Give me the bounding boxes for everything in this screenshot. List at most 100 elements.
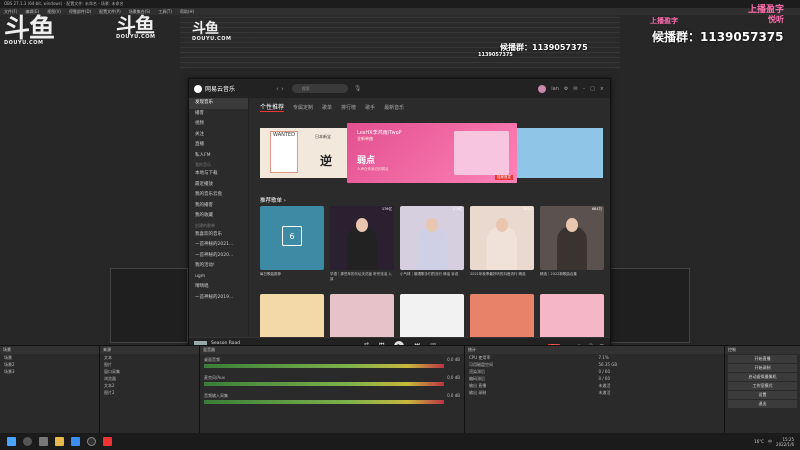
banner-left[interactable]: WANTED 日本新宝 逆: [260, 128, 350, 178]
scene-item[interactable]: 场景3: [0, 368, 99, 375]
pink-text-2: 悦听: [768, 15, 784, 24]
obs-icon[interactable]: [87, 437, 96, 446]
tab[interactable]: 个性推荐: [260, 102, 285, 112]
sidebar-item-my[interactable]: 我的收藏: [189, 211, 248, 222]
menu-item[interactable]: 工具(T): [158, 9, 172, 14]
playlist-card[interactable]: 6 每日歌曲推荐: [260, 206, 324, 282]
source-item[interactable]: 图片2: [100, 389, 199, 396]
playlist-cover[interactable]: 2012: [470, 206, 534, 270]
sidebar-item-playlist[interactable]: 我喜欢的音乐: [189, 230, 248, 241]
explorer-icon[interactable]: [55, 437, 64, 446]
source-item[interactable]: 图片: [100, 361, 199, 368]
sidebar-item-playlist[interactable]: 我的活动!: [189, 261, 248, 272]
ime-indicator[interactable]: 中: [768, 439, 772, 445]
nav-back-forward[interactable]: ‹ ›: [276, 85, 284, 93]
music-app-window[interactable]: 网易云音乐 ‹ › 搜索 🎙 ian ⚙ ✉ – □ × 发现音乐 播客 视频 关注直…: [188, 78, 611, 358]
tab[interactable]: 最新音乐: [384, 104, 404, 111]
stat-value: 0 / 60: [598, 376, 611, 381]
maximize-icon[interactable]: □: [590, 86, 595, 92]
control-button[interactable]: 工作室模式: [728, 382, 797, 390]
tab[interactable]: 歌手: [365, 104, 375, 111]
playlist-cover[interactable]: 6: [260, 206, 324, 270]
control-button[interactable]: 启动虚拟摄像机: [728, 373, 797, 381]
banner-carousel[interactable]: WANTED 日本新宝 逆 LesHX李鸿雨/TwoP 全新单曲 弱点 人声在你…: [260, 123, 603, 183]
banner-left-text: 日本新宝: [315, 134, 331, 139]
playlist-caption[interactable]: 精选｜2022新歌曲合集: [540, 272, 604, 282]
stats-head: 统计: [465, 346, 724, 354]
search-input[interactable]: 搜索: [291, 84, 348, 93]
taskview-icon[interactable]: [39, 437, 48, 446]
sidebar-item-my[interactable]: 本地与下载: [189, 169, 248, 180]
source-item[interactable]: 窗口采集: [100, 368, 199, 375]
sidebar-item[interactable]: 直播: [189, 140, 248, 151]
source-item[interactable]: 浏览器: [100, 375, 199, 382]
sidebar-section-playlist: 创建的歌单: [195, 222, 215, 228]
section-title[interactable]: 推荐歌单 ›: [260, 196, 286, 204]
playlist-caption[interactable]: 2021年秋季最好听的抖音流行 精选: [470, 272, 534, 282]
sidebar-item-playlist[interactable]: 一首神秘的2021...: [189, 240, 248, 251]
sidebar-item-my[interactable]: 最近播放: [189, 180, 248, 191]
mixer-meter[interactable]: [204, 400, 444, 404]
search-icon[interactable]: [23, 437, 32, 446]
settings-icon[interactable]: ⚙: [564, 86, 568, 92]
source-item[interactable]: 文本: [100, 354, 199, 361]
playlist-caption[interactable]: 小气球｜敢唱歌手们的流行 情话 诉说: [400, 272, 464, 282]
stat-label: CPU 使用率: [469, 355, 491, 360]
sidebar-item-playlist[interactable]: 一首神秘的2019...: [189, 293, 248, 304]
control-button[interactable]: 开始直播: [728, 355, 797, 363]
playlist-cover[interactable]: 1.3亿: [400, 206, 464, 270]
windows-start-icon[interactable]: [7, 437, 16, 446]
mixer-db: 0.0 dB: [447, 375, 460, 380]
playlist-card[interactable]: 2012 2021年秋季最好听的抖音流行 精选: [470, 206, 534, 282]
minimize-icon[interactable]: –: [583, 86, 586, 92]
banner-title: LesHX李鸿雨/TwoP: [357, 130, 402, 136]
netease-music-taskbar-icon[interactable]: [103, 437, 112, 446]
control-button[interactable]: 设置: [728, 391, 797, 399]
mic-icon[interactable]: 🎙: [354, 85, 362, 92]
app-logo[interactable]: 网易云音乐: [194, 84, 252, 93]
close-icon[interactable]: ×: [600, 86, 604, 92]
tab[interactable]: 专属定制: [293, 104, 313, 111]
menu-item[interactable]: 停靠部件(D): [69, 9, 91, 14]
control-button[interactable]: 退出: [728, 400, 797, 408]
sidebar-item-playlist[interactable]: ugm: [189, 272, 248, 283]
control-button[interactable]: 开始录制: [728, 364, 797, 372]
avatar[interactable]: [538, 84, 547, 93]
banner-center[interactable]: LesHX李鸿雨/TwoP 全新单曲 弱点 人声在你身边的弱点 独家首发: [347, 123, 517, 183]
sidebar-item[interactable]: 关注: [189, 130, 248, 141]
playlist-card[interactable]: 1.3亿小气球｜敢唱歌手们的流行 情话 诉说: [400, 206, 464, 282]
stat-value: 未激活: [598, 383, 611, 388]
playlist-card[interactable]: 176亿华语｜那些年的乐坛天花板 听完流泪 入耳: [330, 206, 394, 282]
source-item[interactable]: 文本2: [100, 382, 199, 389]
clock[interactable]: 15:25 2022/1/6: [776, 437, 794, 447]
playlist-card[interactable]: 684万精选｜2022新歌曲合集: [540, 206, 604, 282]
tab[interactable]: 排行榜: [341, 104, 356, 111]
cover-figure: [347, 218, 377, 270]
weather-temp[interactable]: 16°C: [754, 439, 764, 444]
playlist-caption[interactable]: 每日歌曲推荐: [260, 272, 324, 282]
sidebar-item[interactable]: 发现音乐: [189, 98, 248, 109]
banner-right[interactable]: [513, 128, 603, 178]
menu-item[interactable]: 帮助(H): [180, 9, 194, 14]
sidebar-item[interactable]: 私人FM: [189, 151, 248, 162]
sidebar-item-playlist[interactable]: 一首神秘的2020...: [189, 251, 248, 262]
stat-value: 7.1%: [598, 355, 609, 360]
scenes-head: 场景: [0, 346, 99, 354]
mixer-meter[interactable]: [204, 364, 444, 368]
user-name[interactable]: ian: [551, 86, 559, 92]
sidebar-item[interactable]: 视频: [189, 119, 248, 130]
cover-head: [496, 218, 508, 232]
playlist-cover[interactable]: 176亿: [330, 206, 394, 270]
sidebar-item-playlist[interactable]: 晴晴唱: [189, 282, 248, 293]
browser-icon[interactable]: [71, 437, 80, 446]
playlist-cover[interactable]: 684万: [540, 206, 604, 270]
scene-item[interactable]: 场景: [0, 354, 99, 361]
mail-icon[interactable]: ✉: [573, 86, 577, 92]
tab[interactable]: 歌单: [322, 104, 332, 111]
sidebar-item[interactable]: 播客: [189, 109, 248, 120]
playlist-caption[interactable]: 华语｜那些年的乐坛天花板 听完流泪 入耳: [330, 272, 394, 282]
sidebar-item-my[interactable]: 我的播客: [189, 201, 248, 212]
sidebar-item-my[interactable]: 我的音乐云盘: [189, 190, 248, 201]
scene-item[interactable]: 场景2: [0, 361, 99, 368]
mixer-meter[interactable]: [204, 382, 444, 386]
